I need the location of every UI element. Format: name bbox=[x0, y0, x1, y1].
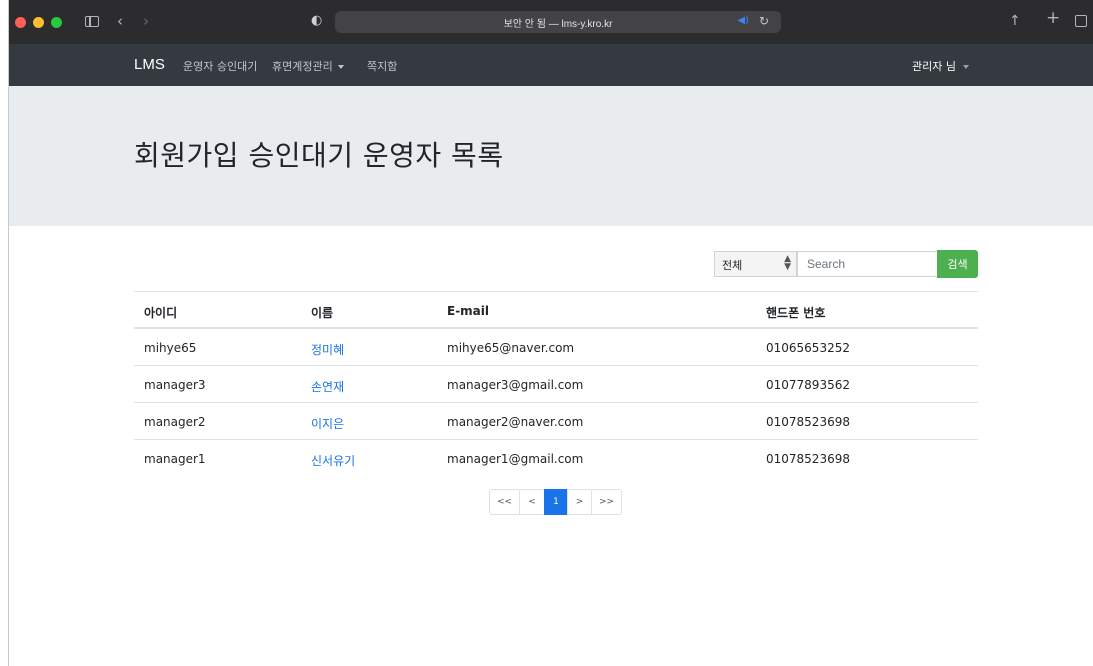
app-navbar: LMS 운영자 승인대기 휴면계정관리 쪽지함 관리자 님 bbox=[9, 44, 1093, 86]
user-menu-label: 관리자 님 bbox=[912, 60, 956, 73]
back-icon[interactable]: ‹ bbox=[117, 13, 123, 29]
user-menu-dropdown[interactable]: 관리자 님 bbox=[912, 58, 969, 74]
browser-toolbar: ‹ › ◐ 보안 안 됨 — lms-y.kro.kr ◀) ↻ ↑ + bbox=[9, 0, 1093, 44]
minimize-window-button[interactable] bbox=[33, 16, 44, 28]
select-arrows-icon: ▲ ▼ bbox=[784, 254, 791, 272]
row-phone: 01078523698 bbox=[766, 415, 850, 429]
table-header: 아이디 이름 E-mail 핸드폰 번호 bbox=[134, 291, 978, 329]
nav-dropdown-dormant-accounts[interactable]: 휴면계정관리 bbox=[272, 58, 344, 74]
page-last-button[interactable]: >> bbox=[591, 489, 622, 515]
brand-logo[interactable]: LMS bbox=[134, 56, 165, 73]
row-name-link[interactable]: 이지은 bbox=[311, 415, 344, 432]
table-row: mihye65 정미혜 mihye65@naver.com 0106565325… bbox=[134, 329, 978, 366]
caret-down-icon bbox=[962, 65, 969, 69]
page-first-button[interactable]: << bbox=[489, 489, 520, 515]
column-header-id: 아이디 bbox=[144, 306, 178, 320]
shield-icon[interactable]: ◐ bbox=[311, 13, 322, 29]
tabs-overview-icon[interactable] bbox=[1075, 15, 1087, 27]
row-id: manager3 bbox=[144, 378, 206, 392]
share-icon[interactable]: ↑ bbox=[1009, 13, 1021, 29]
nav-link-pending-operators[interactable]: 운영자 승인대기 bbox=[183, 58, 257, 74]
search-input[interactable] bbox=[797, 251, 938, 277]
search-filter-select[interactable]: 전체 ▲ ▼ bbox=[714, 251, 797, 277]
close-window-button[interactable] bbox=[15, 16, 26, 28]
table-row: manager2 이지은 manager2@naver.com 01078523… bbox=[134, 403, 978, 440]
column-header-name: 이름 bbox=[311, 306, 334, 320]
row-name-link[interactable]: 신서유기 bbox=[311, 452, 355, 469]
row-name-link[interactable]: 정미혜 bbox=[311, 341, 344, 358]
table-row: manager3 손연재 manager3@gmail.com 01077893… bbox=[134, 366, 978, 403]
row-phone: 01077893562 bbox=[766, 378, 850, 392]
caret-down-icon bbox=[337, 65, 344, 69]
zoom-window-button[interactable] bbox=[51, 16, 62, 28]
page-next-button[interactable]: > bbox=[567, 489, 592, 515]
row-name-link[interactable]: 손연재 bbox=[311, 378, 344, 395]
page-title: 회원가입 승인대기 운영자 목록 bbox=[134, 139, 504, 172]
row-phone: 01078523698 bbox=[766, 452, 850, 466]
address-bar[interactable]: 보안 안 됨 — lms-y.kro.kr ◀) ↻ bbox=[335, 11, 781, 33]
column-header-email: E-mail bbox=[447, 304, 490, 318]
row-id: manager1 bbox=[144, 452, 206, 466]
nav-dropdown-label: 휴면계정관리 bbox=[272, 60, 333, 73]
row-email: manager2@naver.com bbox=[447, 415, 584, 429]
operator-table: 아이디 이름 E-mail 핸드폰 번호 mihye65 정미혜 mihye65… bbox=[134, 291, 978, 477]
forward-icon[interactable]: › bbox=[143, 13, 149, 29]
table-row: manager1 신서유기 manager1@gmail.com 0107852… bbox=[134, 440, 978, 477]
row-email: manager1@gmail.com bbox=[447, 452, 584, 466]
row-id: manager2 bbox=[144, 415, 206, 429]
column-header-phone: 핸드폰 번호 bbox=[766, 306, 826, 320]
row-id: mihye65 bbox=[144, 341, 197, 355]
new-tab-icon[interactable]: + bbox=[1046, 10, 1060, 27]
row-email: mihye65@naver.com bbox=[447, 341, 575, 355]
url-text: 보안 안 됨 — lms-y.kro.kr bbox=[503, 18, 613, 30]
pagination: << < 1 > >> bbox=[489, 489, 622, 515]
page-number-button[interactable]: 1 bbox=[544, 489, 568, 515]
nav-link-messages[interactable]: 쪽지함 bbox=[367, 58, 397, 74]
window-controls bbox=[15, 16, 62, 28]
search-button[interactable]: 검색 bbox=[937, 250, 978, 278]
sidebar-icon[interactable] bbox=[85, 16, 99, 27]
search-filter-value: 전체 bbox=[722, 259, 743, 272]
page-header: 회원가입 승인대기 운영자 목록 bbox=[9, 86, 1093, 226]
reload-icon[interactable]: ↻ bbox=[759, 14, 769, 28]
speaker-icon[interactable]: ◀) bbox=[737, 15, 749, 26]
browser-window: ‹ › ◐ 보안 안 됨 — lms-y.kro.kr ◀) ↻ ↑ + LMS… bbox=[8, 0, 1093, 666]
row-email: manager3@gmail.com bbox=[447, 378, 584, 392]
page-prev-button[interactable]: < bbox=[519, 489, 545, 515]
row-phone: 01065653252 bbox=[766, 341, 850, 355]
